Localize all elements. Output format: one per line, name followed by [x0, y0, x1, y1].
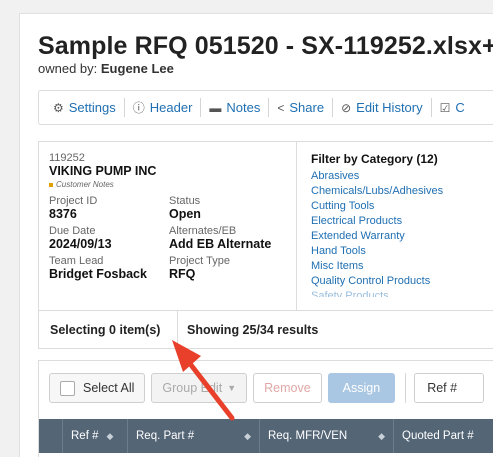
- team-lead-field: Team Lead Bridget Fosback: [49, 255, 169, 281]
- category-link-abrasives[interactable]: Abrasives: [311, 169, 493, 184]
- sort-icon[interactable]: ◆: [107, 431, 114, 442]
- field-label: Project ID: [49, 195, 98, 207]
- info-icon: ⓘ: [132, 101, 145, 115]
- column-header-quoted-part[interactable]: Quoted Part #: [394, 419, 493, 453]
- group-edit-button[interactable]: Group Edit ▼: [151, 373, 248, 403]
- selection-count: Selecting 0 item(s): [39, 311, 178, 348]
- edit-history-label: Edit History: [356, 100, 423, 115]
- alternates-field: Alternates/EB Add EB Alternate: [169, 225, 289, 251]
- edit-icon: ☑: [439, 100, 451, 115]
- category-link-electrical[interactable]: Electrical Products: [311, 214, 493, 229]
- project-type-field: Project Type RFQ: [169, 255, 289, 281]
- settings-label: Settings: [68, 100, 116, 115]
- selection-bar: Selecting 0 item(s) Showing 25/34 result…: [38, 311, 493, 349]
- page-title: Sample RFQ 051520 - SX-119252.xlsx+Shee: [38, 32, 493, 60]
- column-header-ref[interactable]: Ref # ◆: [63, 419, 128, 453]
- category-link-extended-warranty[interactable]: Extended Warranty: [311, 229, 493, 244]
- field-label: Due Date: [49, 225, 96, 237]
- category-link-chemicals[interactable]: Chemicals/Lubs/Adhesives: [311, 184, 493, 199]
- column-label: Req. Part #: [136, 430, 195, 442]
- project-id-field: Project ID 8376: [49, 195, 169, 221]
- category-link-safety[interactable]: Safety Products: [311, 289, 493, 297]
- remove-label: Remove: [264, 381, 311, 395]
- category-filter-title: Filter by Category (12): [311, 152, 438, 166]
- select-all-button[interactable]: Select All: [49, 373, 146, 403]
- share-label: Share: [289, 100, 325, 115]
- field-value: Open: [169, 207, 201, 221]
- header-button[interactable]: ⓘ Header: [125, 98, 201, 117]
- column-header-req-part[interactable]: Req. Part # ◆: [128, 419, 260, 453]
- group-edit-label: Group Edit: [162, 381, 223, 395]
- select-all-checkbox[interactable]: [60, 380, 75, 396]
- assign-button[interactable]: Assign: [327, 373, 396, 403]
- due-date-field: Due Date 2024/09/13: [49, 225, 169, 251]
- column-label: Ref #: [71, 430, 99, 442]
- category-link-quality-control[interactable]: Quality Control Products: [311, 274, 493, 289]
- category-link-cutting-tools[interactable]: Cutting Tools: [311, 199, 493, 214]
- clone-label: C: [455, 100, 465, 115]
- rfq-page: Sample RFQ 051520 - SX-119252.xlsx+Shee …: [19, 13, 493, 457]
- sort-select-value: Ref #: [427, 381, 458, 395]
- field-value: Add EB Alternate: [169, 237, 272, 251]
- items-table-header: Ref # ◆ Req. Part # ◆ Req. MFR/VEN ◆ Quo…: [39, 419, 493, 453]
- notes-icon: ▬: [209, 100, 222, 115]
- results-count: Showing 25/34 results: [187, 322, 319, 337]
- customer-notes-label: Customer Notes: [56, 180, 114, 189]
- column-label: Quoted Part #: [402, 430, 474, 442]
- category-link-misc-items[interactable]: Misc Items: [311, 259, 493, 274]
- share-button[interactable]: < Share: [269, 98, 332, 117]
- assign-label: Assign: [342, 381, 381, 395]
- project-details: 119252 VIKING PUMP INC Customer Notes Pr…: [39, 142, 297, 310]
- field-value: RFQ: [169, 267, 196, 281]
- note-marker-icon: [49, 182, 53, 187]
- owner-line: owned by: Eugene Lee: [38, 61, 174, 76]
- field-value: 8376: [49, 207, 77, 221]
- field-value: Bridget Fosback: [49, 267, 147, 281]
- sort-icon[interactable]: ◆: [244, 431, 251, 442]
- column-header-req-mfr[interactable]: Req. MFR/VEN ◆: [260, 419, 394, 453]
- remove-button[interactable]: Remove: [253, 373, 322, 403]
- caret-down-icon: ▼: [227, 383, 237, 393]
- sort-icon[interactable]: ◆: [378, 431, 385, 442]
- customer-notes-link[interactable]: Customer Notes: [49, 180, 286, 189]
- company-name: VIKING PUMP INC: [49, 164, 157, 178]
- project-info-panel: 119252 VIKING PUMP INC Customer Notes Pr…: [38, 141, 493, 311]
- history-icon: ⊘: [341, 100, 352, 115]
- header-label: Header: [149, 100, 193, 115]
- checkbox-column-header: [39, 419, 63, 453]
- select-all-label: Select All: [83, 381, 135, 395]
- action-buttons: Select All Group Edit ▼ Remove Assign Re…: [49, 373, 490, 403]
- items-panel: Select All Group Edit ▼ Remove Assign Re…: [38, 360, 493, 457]
- project-fields: Project ID 8376 Status Open Due Date 202…: [49, 195, 286, 281]
- settings-button[interactable]: ⚙ Settings: [53, 98, 124, 117]
- category-link-hand-tools[interactable]: Hand Tools: [311, 244, 493, 259]
- column-label: Req. MFR/VEN: [268, 430, 348, 442]
- owner-name: Eugene Lee: [100, 61, 174, 76]
- field-value: 2024/09/13: [49, 237, 112, 251]
- status-field: Status Open: [169, 195, 289, 221]
- action-divider: [405, 373, 407, 403]
- clone-button[interactable]: ☑ C: [432, 98, 473, 117]
- field-label: Team Lead: [49, 255, 104, 267]
- notes-button[interactable]: ▬ Notes: [201, 98, 268, 117]
- field-label: Alternates/EB: [169, 225, 237, 237]
- toolbar: ⚙ Settings ⓘ Header ▬ Notes < Share ⊘ Ed…: [38, 90, 493, 125]
- edit-history-button[interactable]: ⊘ Edit History: [333, 98, 431, 117]
- project-number: 119252: [49, 152, 85, 164]
- sort-select[interactable]: Ref #: [414, 373, 485, 403]
- field-label: Project Type: [169, 255, 230, 267]
- share-icon: <: [277, 100, 285, 115]
- category-filter: Filter by Category (12) Abrasives Chemic…: [311, 152, 493, 297]
- field-label: Status: [169, 195, 201, 207]
- notes-label: Notes: [226, 100, 261, 115]
- owner-label: owned by:: [38, 61, 98, 76]
- gear-icon: ⚙: [53, 100, 64, 115]
